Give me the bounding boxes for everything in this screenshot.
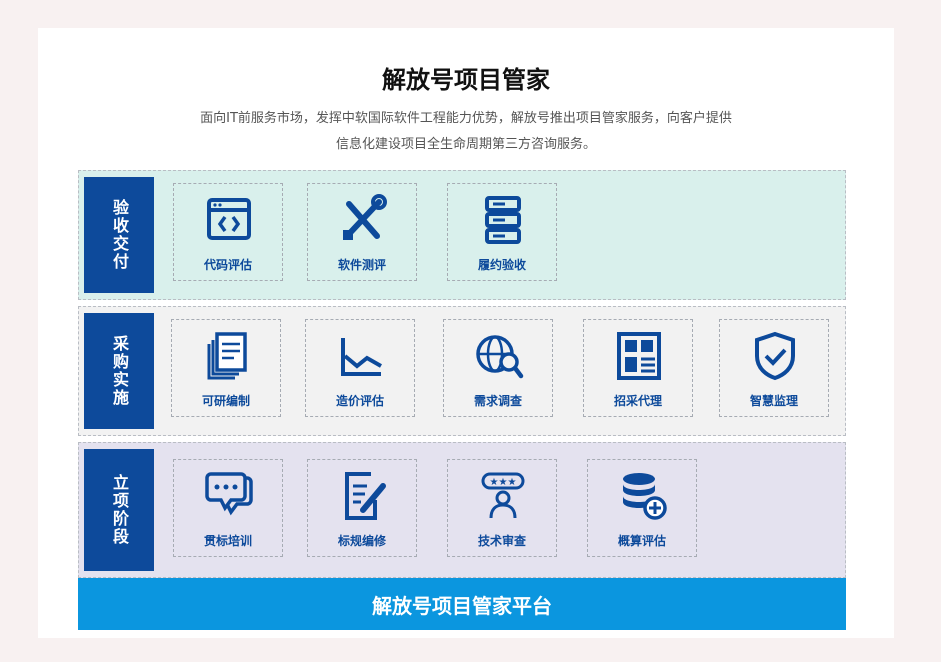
tile-procurement-agency[interactable]: 招采代理 [583,319,693,417]
tile-software-testing[interactable]: 软件测评 [307,183,417,281]
tile-smart-supervision[interactable]: 智慧监理 [719,319,829,417]
platform-banner: 解放号项目管家平台 [78,578,846,630]
tile-label: 代码评估 [203,258,252,272]
page-description: 面向IT前服务市场，发挥中软国际软件工程能力优势，解放号推出项目管家服务，向客户… [38,106,894,158]
layer-label: 立项阶段 [84,449,154,571]
tile-label: 概算评估 [617,534,666,548]
globe-search-icon [476,335,524,379]
tile-requirement-survey[interactable]: 需求调查 [443,319,553,417]
tile-label: 履约验收 [477,258,526,272]
layer-label: 验收交付 [84,177,154,293]
description-line-1: 面向IT前服务市场，发挥中软国际软件工程能力优势，解放号推出项目管家服务，向客户… [200,111,732,126]
tile-budget-estimate[interactable]: 概算评估 [587,459,697,557]
server-rack-icon [485,196,521,244]
tile-label: 软件测评 [337,258,386,272]
line-chart-icon [341,338,382,376]
tile-performance-acceptance[interactable]: 履约验收 [447,183,557,281]
tile-label: 智慧监理 [749,394,798,408]
wrench-screwdriver-icon [343,194,387,240]
tile-feasibility-study[interactable]: 可研编制 [171,319,281,417]
layer-initiation: 立项阶段 贯标培训 标规编修 ★★★ 技术审查 概算评估 [78,442,846,578]
tile-label: 贯标培训 [203,534,252,548]
tile-cost-estimate[interactable]: 造价评估 [305,319,415,417]
layer-procurement: 采购实施 可研编制 造价评估 需求调查 招采代理 智慧监理 [78,306,846,436]
svg-text:★★★: ★★★ [490,477,517,488]
description-line-2: 信息化建设项目全生命周期第三方咨询服务。 [335,137,596,152]
shield-check-icon [755,331,795,381]
layer-label: 采购实施 [84,313,154,429]
rated-person-icon: ★★★ [481,472,525,519]
layer-acceptance: 验收交付 代码评估 软件测评 履约验收 [78,170,846,300]
tile-label: 需求调查 [473,394,522,408]
tile-label: 造价评估 [335,394,384,408]
tile-standard-training[interactable]: 贯标培训 [173,459,283,557]
tile-standard-revision[interactable]: 标规编修 [307,459,417,557]
tile-code-review[interactable]: 代码评估 [173,183,283,281]
page-title: 解放号项目管家 [382,66,550,94]
tile-label: 标规编修 [337,534,386,548]
code-window-icon [207,198,251,240]
tile-technical-review[interactable]: ★★★ 技术审查 [447,459,557,557]
database-add-icon [623,473,667,520]
tile-label: 技术审查 [477,534,526,548]
chat-bubbles-icon [205,472,253,516]
dashboard-grid-icon [617,332,661,380]
content-card: 解放号项目管家 面向IT前服务市场，发挥中软国际软件工程能力优势，解放号推出项目… [38,28,894,638]
document-stack-icon [207,332,247,380]
tile-label: 可研编制 [201,394,250,408]
tile-label: 招采代理 [613,394,662,408]
edit-document-icon [345,472,386,520]
